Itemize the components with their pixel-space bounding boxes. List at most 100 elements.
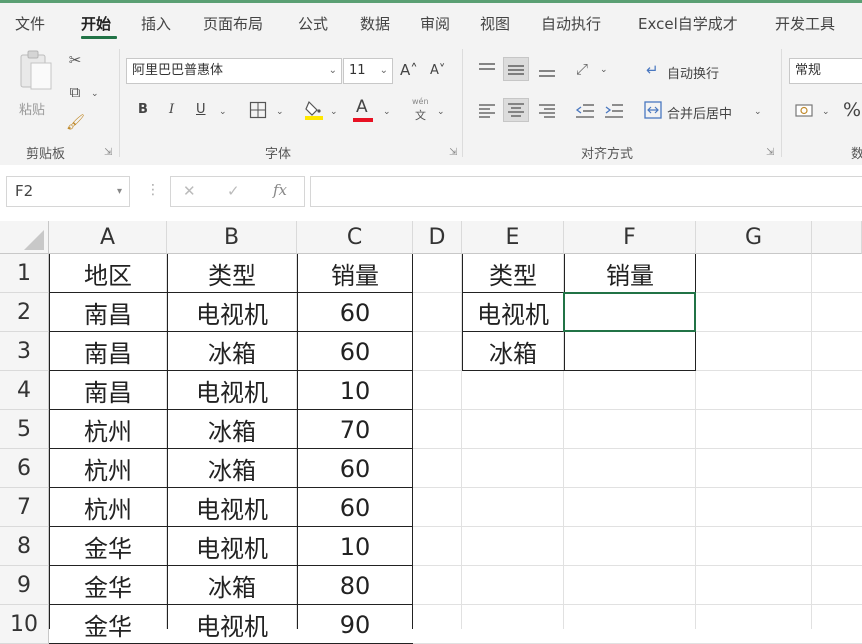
cell-c5[interactable]: 70 <box>297 410 413 449</box>
clipboard-launcher-icon[interactable]: ⇲ <box>104 147 112 158</box>
cell-c7[interactable]: 60 <box>297 488 413 527</box>
tab-review[interactable]: 审阅 <box>420 13 450 34</box>
row-header-4[interactable]: 4 <box>0 371 49 410</box>
enter-icon[interactable]: ✓ <box>227 182 240 200</box>
bold-button[interactable]: B <box>138 102 148 117</box>
cell-c9[interactable]: 80 <box>297 566 413 605</box>
cell-a3[interactable]: 南昌 <box>49 332 167 371</box>
tab-insert[interactable]: 插入 <box>141 13 171 34</box>
merge-dropdown-icon[interactable]: ⌄ <box>754 103 762 121</box>
copy-dropdown-icon[interactable]: ⌄ <box>91 85 99 103</box>
column-header-e[interactable]: E <box>462 221 564 254</box>
tab-developer[interactable]: 开发工具 <box>775 13 835 34</box>
row-header-6[interactable]: 6 <box>0 449 49 488</box>
cancel-icon[interactable]: ✕ <box>183 182 196 200</box>
tab-automate[interactable]: 自动执行 <box>541 13 601 34</box>
cell-a1[interactable]: 地区 <box>49 254 167 293</box>
cell-a8[interactable]: 金华 <box>49 527 167 566</box>
borders-dropdown-icon[interactable]: ⌄ <box>276 103 284 121</box>
more-options-icon[interactable]: ⋮ <box>146 181 160 199</box>
paste-button[interactable]: 粘贴 <box>14 49 56 125</box>
cell-a2[interactable]: 南昌 <box>49 293 167 332</box>
cell-b8[interactable]: 电视机 <box>167 527 297 566</box>
font-launcher-icon[interactable]: ⇲ <box>449 147 457 158</box>
row-header-5[interactable]: 5 <box>0 410 49 449</box>
name-box[interactable]: F2 ▾ <box>6 176 130 207</box>
column-header-f[interactable]: F <box>564 221 696 254</box>
phonetic-dropdown-icon[interactable]: ⌄ <box>437 103 445 121</box>
align-top-icon[interactable] <box>478 62 496 78</box>
phonetic-guide-button[interactable]: wén 文 <box>410 97 434 123</box>
shrink-font-button[interactable]: A˅ <box>430 63 445 78</box>
row-header-9[interactable]: 9 <box>0 566 49 605</box>
cell-a5[interactable]: 杭州 <box>49 410 167 449</box>
row-header-7[interactable]: 7 <box>0 488 49 527</box>
cell-c6[interactable]: 60 <box>297 449 413 488</box>
column-header-g[interactable]: G <box>696 221 812 254</box>
row-header-3[interactable]: 3 <box>0 332 49 371</box>
column-header-d[interactable]: D <box>413 221 462 254</box>
cell-b10[interactable]: 电视机 <box>167 605 297 644</box>
wrap-text-icon[interactable]: ↵ <box>646 61 659 79</box>
accounting-format-icon[interactable] <box>795 101 815 119</box>
cell-c2[interactable]: 60 <box>297 293 413 332</box>
increase-indent-icon[interactable] <box>604 103 624 119</box>
column-header-next[interactable] <box>812 221 862 254</box>
cell-b6[interactable]: 冰箱 <box>167 449 297 488</box>
cell-c8[interactable]: 10 <box>297 527 413 566</box>
cell-b4[interactable]: 电视机 <box>167 371 297 410</box>
cell-a6[interactable]: 杭州 <box>49 449 167 488</box>
alignment-launcher-icon[interactable]: ⇲ <box>766 147 774 158</box>
tab-data[interactable]: 数据 <box>360 13 390 34</box>
font-name-combo[interactable]: 阿里巴巴普惠体 ⌄ <box>126 58 342 84</box>
cell-b3[interactable]: 冰箱 <box>167 332 297 371</box>
cell-b1[interactable]: 类型 <box>167 254 297 293</box>
cell-a10[interactable]: 金华 <box>49 605 167 644</box>
cell-a9[interactable]: 金华 <box>49 566 167 605</box>
cell-e3[interactable]: 冰箱 <box>462 332 564 371</box>
borders-icon[interactable] <box>249 101 267 119</box>
align-bottom-icon[interactable] <box>538 62 556 78</box>
cell-c4[interactable]: 10 <box>297 371 413 410</box>
tab-view[interactable]: 视图 <box>480 13 510 34</box>
grow-font-button[interactable]: A˄ <box>400 61 418 79</box>
row-header-2[interactable]: 2 <box>0 293 49 332</box>
align-left-icon[interactable] <box>478 103 496 119</box>
decrease-indent-icon[interactable] <box>575 103 595 119</box>
format-painter-icon[interactable]: 🖌 <box>66 113 85 131</box>
cell-f3[interactable] <box>564 332 696 371</box>
tab-home[interactable]: 开始 <box>81 13 111 34</box>
underline-button[interactable]: U <box>196 102 206 117</box>
copy-icon[interactable]: ⧉ <box>66 83 84 101</box>
cell-f1[interactable]: 销量 <box>564 254 696 293</box>
tab-formulas[interactable]: 公式 <box>298 13 328 34</box>
number-format-combo[interactable]: 常规 <box>789 58 862 84</box>
merge-center-icon[interactable] <box>644 101 662 119</box>
underline-dropdown-icon[interactable]: ⌄ <box>219 103 227 121</box>
align-middle-button[interactable] <box>503 57 529 81</box>
formula-input[interactable] <box>310 176 862 207</box>
align-right-icon[interactable] <box>538 103 556 119</box>
cell-b7[interactable]: 电视机 <box>167 488 297 527</box>
font-size-combo[interactable]: 11 ⌄ <box>343 58 393 84</box>
column-header-b[interactable]: B <box>167 221 297 254</box>
tab-excel-self-study[interactable]: Excel自学成才 <box>638 13 738 34</box>
percent-style-button[interactable]: % <box>843 99 861 121</box>
cell-e2[interactable]: 电视机 <box>462 293 564 332</box>
select-all-corner[interactable] <box>0 221 49 254</box>
cell-a7[interactable]: 杭州 <box>49 488 167 527</box>
insert-function-icon[interactable]: fx <box>273 181 287 199</box>
tab-page-layout[interactable]: 页面布局 <box>203 13 263 34</box>
fill-color-dropdown-icon[interactable]: ⌄ <box>330 103 338 121</box>
italic-button[interactable]: I <box>169 102 174 117</box>
column-header-c[interactable]: C <box>297 221 413 254</box>
wrap-text-button[interactable]: 自动换行 <box>667 63 719 82</box>
column-header-a[interactable]: A <box>49 221 167 254</box>
cell-c1[interactable]: 销量 <box>297 254 413 293</box>
align-center-button[interactable] <box>503 98 529 122</box>
font-color-dropdown-icon[interactable]: ⌄ <box>383 103 391 121</box>
row-header-1[interactable]: 1 <box>0 254 49 293</box>
font-color-button[interactable]: A <box>352 97 374 123</box>
tab-file[interactable]: 文件 <box>15 13 45 34</box>
text-orientation-icon[interactable]: ⤢ <box>576 60 588 78</box>
